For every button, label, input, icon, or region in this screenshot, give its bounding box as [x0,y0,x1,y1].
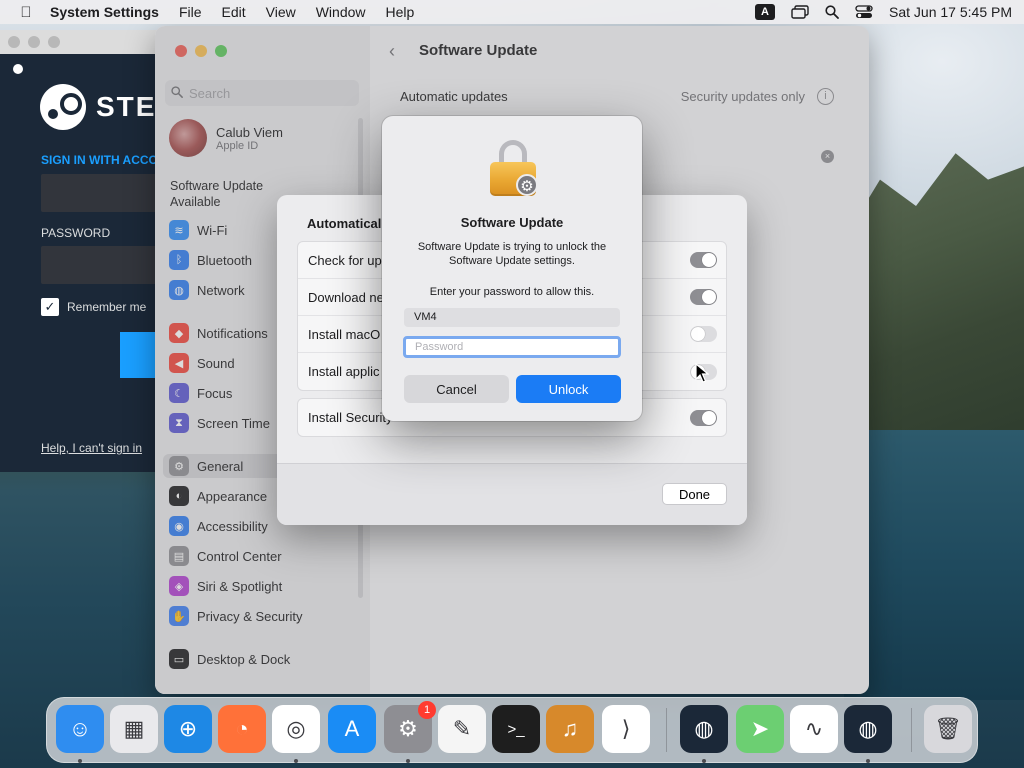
dock-firefox-icon[interactable]: ◔ [218,705,266,753]
dialog-message: Software Update is trying to unlock the … [417,241,607,267]
apple-menu-icon[interactable]:  [16,4,36,21]
unlock-dialog: ⚙ Software Update Software Update is try… [382,116,642,421]
lock-icon: ⚙ [488,140,540,198]
dock-icon-glyph: ➤ [750,716,770,741]
dock-icon-glyph: A [344,716,360,741]
steam-sign-in-label: SIGN IN WITH ACCO [41,153,158,167]
dock-icon-glyph: ▦ [123,716,145,741]
unlock-button[interactable]: Unlock [516,375,621,403]
wallpaper-sea [844,430,1024,700]
dock-freeform-icon[interactable]: ∿ [790,705,838,753]
control-center-icon[interactable] [855,5,873,19]
dock-icon-glyph: ✎ [452,716,472,741]
menu-bar-clock[interactable]: Sat Jun 17 5:45 PM [889,4,1012,20]
dock-safari-icon[interactable]: ⊕ [164,705,212,753]
spotlight-search-icon[interactable] [825,5,839,19]
dock-icon-glyph: 🗑 [934,716,962,741]
username-field[interactable] [404,308,620,327]
cancel-button[interactable]: Cancel [404,375,509,403]
steam-window: STEA SIGN IN WITH ACCO PASSWORD ✓ Rememb… [0,30,181,472]
menu-window[interactable]: Window [316,4,366,20]
dock-icon-glyph: ∿ [804,716,824,741]
sheet-title: Automatical [307,216,382,231]
dock-trash-icon[interactable]: 🗑 [924,705,972,753]
sheet-row-label: Install applic [308,364,380,379]
running-indicator [406,759,410,763]
steam-logo-icon [40,84,86,130]
steam-status-dot [13,64,23,74]
download-new-updates-toggle[interactable] [690,289,717,305]
screen-mirroring-icon[interactable] [791,5,809,19]
dock-textedit-icon[interactable]: ✎ [438,705,486,753]
sheet-row-label: Check for up [308,252,382,268]
input-source-icon[interactable]: A [755,4,776,20]
steam-remember-checkbox[interactable]: ✓ [41,298,59,316]
steam-close-button[interactable] [8,36,20,48]
dock-launchpad-icon[interactable]: ▦ [110,705,158,753]
dock-icon-glyph: ◍ [694,716,714,741]
notification-badge: 1 [418,701,436,719]
dock: ☺ ▦ ⊕ ◔ ◎ A ⚙ 1 ✎ >_ ♫ ⟩ ◍ ➤ ∿ ◍ 🗑 [46,697,978,763]
running-indicator [866,759,870,763]
dock-icon-glyph: ◍ [858,716,878,741]
sheet-row-label: Download ne [308,289,384,305]
check-for-updates-toggle[interactable] [690,252,717,268]
menu-help[interactable]: Help [386,4,415,20]
dock-steam-icon[interactable]: ◍ [680,705,728,763]
menu-bar:  System Settings File Edit View Window … [0,0,1024,24]
dock-icon-glyph: ◎ [286,716,306,741]
menu-app-name[interactable]: System Settings [50,4,159,20]
steam-remember-me[interactable]: ✓ Remember me [41,298,146,316]
steam-zoom-button[interactable] [48,36,60,48]
sheet-row-label: Install macO [308,326,381,342]
dock-icon-glyph: ◔ [235,716,249,741]
dock-steam-2-icon[interactable]: ◍ [844,705,892,763]
running-indicator [702,759,706,763]
menu-file[interactable]: File [179,4,202,20]
dock-separator [911,708,912,752]
input-source-label: A [755,4,776,20]
steam-minimize-button[interactable] [28,36,40,48]
dock-system-settings-icon[interactable]: ⚙ 1 [384,701,436,763]
dock-icon-glyph: ⚙ [398,716,418,741]
dock-app-store-icon[interactable]: A [328,705,376,753]
dock-icon-glyph: ☺ [68,716,92,741]
dock-terminal-icon[interactable]: >_ [492,705,540,753]
steam-remember-label: Remember me [67,300,147,314]
install-macos-updates-toggle[interactable] [690,326,717,342]
dock-icon-glyph: ⊕ [178,716,198,741]
dock-chrome-icon[interactable]: ◎ [272,705,320,763]
dock-icon-glyph: ⟩ [621,716,631,741]
dock-maps-icon[interactable]: ➤ [736,705,784,753]
dock-separator [666,708,667,752]
steam-password-label: PASSWORD [41,226,111,240]
security-responses-toggle[interactable] [690,409,717,426]
sheet-row-label: Install Security [308,410,393,425]
sheet-footer: Done [277,463,747,525]
gear-icon: ⚙ [516,174,538,196]
menu-view[interactable]: View [266,4,296,20]
running-indicator [78,759,82,763]
dock-vscode-icon[interactable]: ⟩ [602,705,650,753]
done-button[interactable]: Done [662,483,727,505]
dock-garageband-icon[interactable]: ♫ [546,705,594,753]
dock-icon-glyph: >_ [507,720,525,738]
dialog-prompt: Enter your password to allow this. [429,286,595,298]
dock-icon-glyph: ♫ [561,716,579,741]
mouse-cursor-icon [695,363,709,383]
dialog-title: Software Update [460,215,564,230]
menu-edit[interactable]: Edit [222,4,246,20]
running-indicator [294,759,298,763]
dock-finder-icon[interactable]: ☺ [56,705,104,763]
password-field[interactable] [403,336,621,358]
steam-help-link[interactable]: Help, I can't sign in [41,441,142,455]
wallpaper-mountain [844,153,1024,470]
steam-titlebar [0,30,170,54]
